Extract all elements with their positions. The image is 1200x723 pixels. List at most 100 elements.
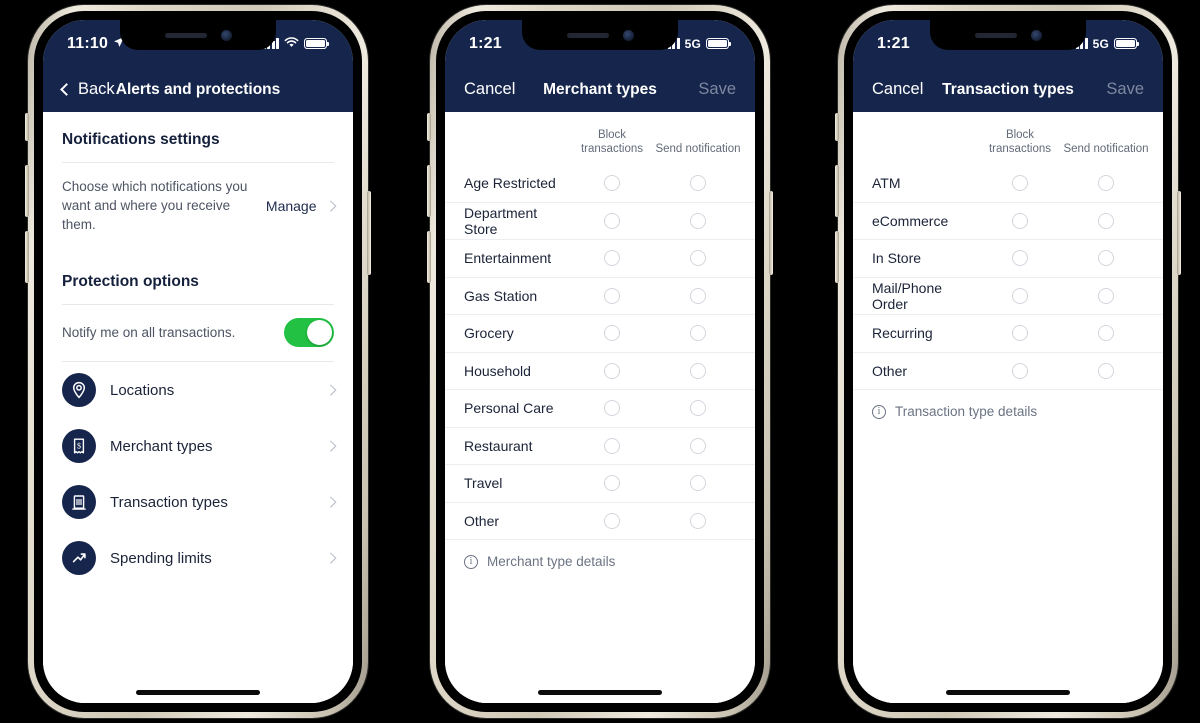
navigation-bar: Back Alerts and protections: [43, 67, 353, 112]
sidebar-item-locations[interactable]: Locations: [43, 362, 353, 418]
mute-switch-button[interactable]: [25, 113, 29, 141]
radio-send-notification[interactable]: [690, 325, 706, 342]
front-camera-icon: [1030, 29, 1042, 41]
sidebar-item-transaction-types[interactable]: Transaction types: [43, 474, 353, 530]
radio-send-notification[interactable]: [1098, 212, 1114, 229]
radio-block-transactions[interactable]: [1012, 250, 1028, 267]
radio-block-transactions[interactable]: [604, 287, 620, 304]
merchant-types-list: Age Restricted Department Store Entertainm…: [445, 165, 755, 540]
earpiece-speaker-icon: [164, 32, 207, 38]
chevron-right-icon: [324, 552, 336, 564]
cancel-button[interactable]: Cancel: [872, 80, 923, 99]
home-indicator[interactable]: [538, 690, 662, 695]
radio-send-notification[interactable]: [690, 212, 706, 229]
table-row: Recurring: [853, 315, 1163, 353]
mute-switch-button[interactable]: [835, 113, 839, 141]
table-row: Restaurant: [445, 428, 755, 465]
table-row: eCommerce: [853, 203, 1163, 240]
volume-down-button[interactable]: [427, 231, 431, 283]
radio-block-transactions[interactable]: [604, 212, 620, 229]
table-row-label: Restaurant: [464, 437, 533, 454]
radio-send-notification[interactable]: [690, 287, 706, 304]
volume-down-button[interactable]: [835, 231, 839, 283]
notify-all-transactions-row[interactable]: Notify me on all transactions.: [43, 305, 353, 361]
table-cell-block-transactions: [569, 325, 655, 342]
navigation-bar: Cancel Merchant types Save: [445, 67, 755, 112]
radio-send-notification[interactable]: [1098, 325, 1114, 342]
save-button[interactable]: Save: [698, 80, 736, 99]
table-cell-block-transactions: [569, 362, 655, 379]
radio-block-transactions[interactable]: [604, 512, 620, 529]
volume-up-button[interactable]: [427, 165, 431, 217]
table-cell-send-notification: [1063, 250, 1149, 267]
cancel-button[interactable]: Cancel: [464, 80, 515, 99]
bank-building-icon: [62, 485, 96, 519]
sidebar-item-merchant-types[interactable]: $ Merchant types: [43, 418, 353, 474]
manage-notifications-row[interactable]: Choose which notifications you want and …: [43, 163, 353, 250]
phone-device-transaction-types: 1:21 5G Cancel Transaction types Save Bl…: [835, 5, 1181, 718]
transaction-type-details-link[interactable]: i Transaction type details: [853, 390, 1163, 433]
table-row-label: Household: [464, 362, 531, 379]
table-cell-block-transactions: [977, 287, 1063, 304]
phone-device-merchant-types: 1:21 5G Cancel Merchant types Save Block…: [427, 5, 773, 718]
matrix-column-headers: Block transactions Send notification: [853, 112, 1163, 165]
radio-send-notification[interactable]: [690, 475, 706, 492]
save-button[interactable]: Save: [1106, 80, 1144, 99]
radio-send-notification[interactable]: [690, 362, 706, 379]
radio-send-notification[interactable]: [690, 250, 706, 267]
svg-text:$: $: [77, 441, 81, 450]
radio-send-notification[interactable]: [1098, 175, 1114, 192]
radio-block-transactions[interactable]: [1012, 325, 1028, 342]
table-row: Department Store: [445, 203, 755, 240]
table-cell-block-transactions: [569, 400, 655, 417]
radio-send-notification[interactable]: [690, 400, 706, 417]
power-button[interactable]: [769, 191, 773, 275]
power-button[interactable]: [1177, 191, 1181, 275]
table-row-label: Travel: [464, 475, 503, 492]
phone-bezel: 11:10 Back Alerts and protections Notifi…: [34, 11, 362, 712]
earpiece-speaker-icon: [566, 32, 609, 38]
radio-send-notification[interactable]: [690, 512, 706, 529]
table-row: Grocery: [445, 315, 755, 353]
radio-block-transactions[interactable]: [604, 475, 620, 492]
home-indicator[interactable]: [946, 690, 1070, 695]
table-cell-send-notification: [655, 437, 741, 454]
table-row-label: Gas Station: [464, 287, 538, 304]
column-header-send-notification: Send notification: [655, 143, 741, 155]
volume-down-button[interactable]: [25, 231, 29, 283]
radio-send-notification[interactable]: [1098, 250, 1114, 267]
status-bar-time: 1:21: [877, 34, 910, 52]
radio-send-notification[interactable]: [1098, 287, 1114, 304]
table-row-label: Mail/Phone Order: [872, 279, 943, 312]
radio-block-transactions[interactable]: [1012, 362, 1028, 379]
notify-all-transactions-toggle[interactable]: [284, 318, 334, 347]
table-row-label: Grocery: [464, 325, 514, 342]
radio-block-transactions[interactable]: [604, 325, 620, 342]
sidebar-item-label: Merchant types: [110, 437, 213, 455]
radio-send-notification[interactable]: [690, 175, 706, 192]
radio-block-transactions[interactable]: [604, 250, 620, 267]
table-row-label: Other: [872, 362, 908, 379]
merchant-type-details-link[interactable]: i Merchant type details: [445, 540, 755, 583]
radio-send-notification[interactable]: [1098, 362, 1114, 379]
info-icon: i: [464, 554, 478, 569]
radio-block-transactions[interactable]: [604, 175, 620, 192]
radio-send-notification[interactable]: [690, 437, 706, 454]
volume-up-button[interactable]: [835, 165, 839, 217]
back-button[interactable]: Back: [60, 80, 115, 99]
radio-block-transactions[interactable]: [1012, 287, 1028, 304]
home-indicator[interactable]: [136, 690, 260, 695]
table-cell-block-transactions: [569, 175, 655, 192]
radio-block-transactions[interactable]: [604, 437, 620, 454]
radio-block-transactions[interactable]: [604, 400, 620, 417]
sidebar-item-spending-limits[interactable]: Spending limits: [43, 530, 353, 586]
volume-up-button[interactable]: [25, 165, 29, 217]
chevron-right-icon: [324, 200, 336, 211]
radio-block-transactions[interactable]: [1012, 212, 1028, 229]
mute-switch-button[interactable]: [427, 113, 431, 141]
radio-block-transactions[interactable]: [1012, 175, 1028, 192]
power-button[interactable]: [367, 191, 371, 275]
transaction-type-details-label: Transaction type details: [895, 404, 1038, 419]
page-content: Block transactions Send notification Age…: [445, 112, 755, 703]
radio-block-transactions[interactable]: [604, 362, 620, 379]
